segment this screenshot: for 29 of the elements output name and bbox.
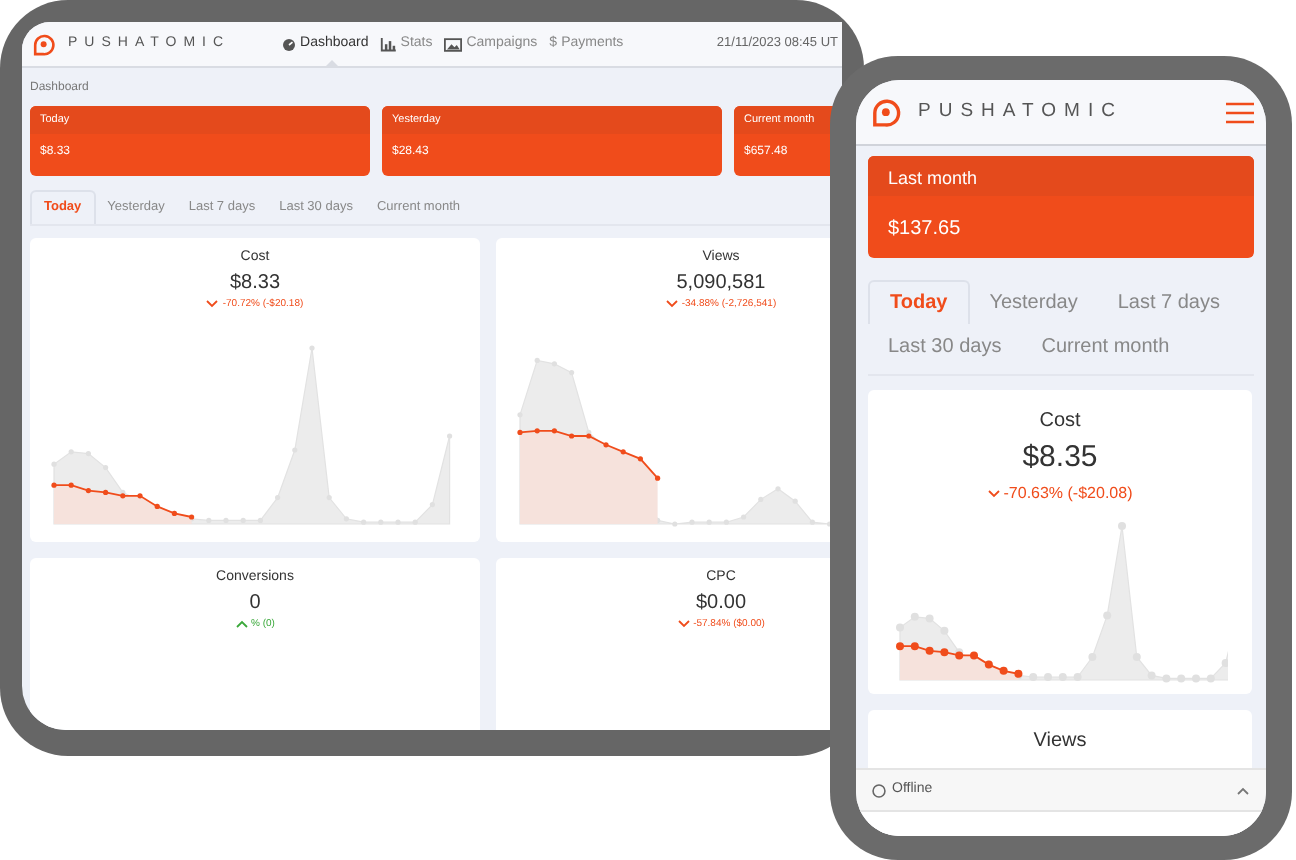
metric-title: Cost (1039, 408, 1081, 436)
brand-name: PUSHATOMIC (918, 97, 1123, 126)
tab[interactable]: Yesterday (969, 280, 1098, 324)
caret-up-icon[interactable] (1236, 785, 1250, 795)
metric-title: Views (1033, 728, 1087, 756)
tab[interactable]: Last 7 days (1097, 280, 1240, 324)
metric-value: 5,090,581 (676, 269, 766, 297)
chevron-up-icon (235, 620, 248, 629)
logo-icon (868, 95, 902, 129)
chevron-down-icon (677, 620, 690, 629)
metric-value: 0 (249, 589, 261, 617)
change-text: -70.63% (-$20.08) (1003, 481, 1133, 505)
metric-value: $8.35 (1022, 438, 1098, 478)
logo-icon (30, 31, 56, 57)
metric-value: $8.33 (229, 269, 281, 297)
card-label: Last month (888, 166, 980, 192)
gauge-icon (282, 37, 297, 51)
card-value: $137.65 (886, 216, 963, 244)
image-icon (444, 37, 463, 51)
chevron-down-icon (987, 489, 1000, 497)
status-circle-icon (872, 783, 886, 797)
chevron-down-icon (206, 300, 219, 309)
chevron-down-icon (665, 300, 678, 309)
metric-value: $0.00 (695, 589, 747, 617)
tab[interactable]: Current month (1021, 324, 1190, 368)
bar-chart-icon (380, 37, 397, 51)
tab[interactable]: Last 30 days (868, 324, 1022, 368)
tab[interactable]: Today (868, 280, 970, 324)
menu-icon[interactable] (1226, 101, 1254, 123)
